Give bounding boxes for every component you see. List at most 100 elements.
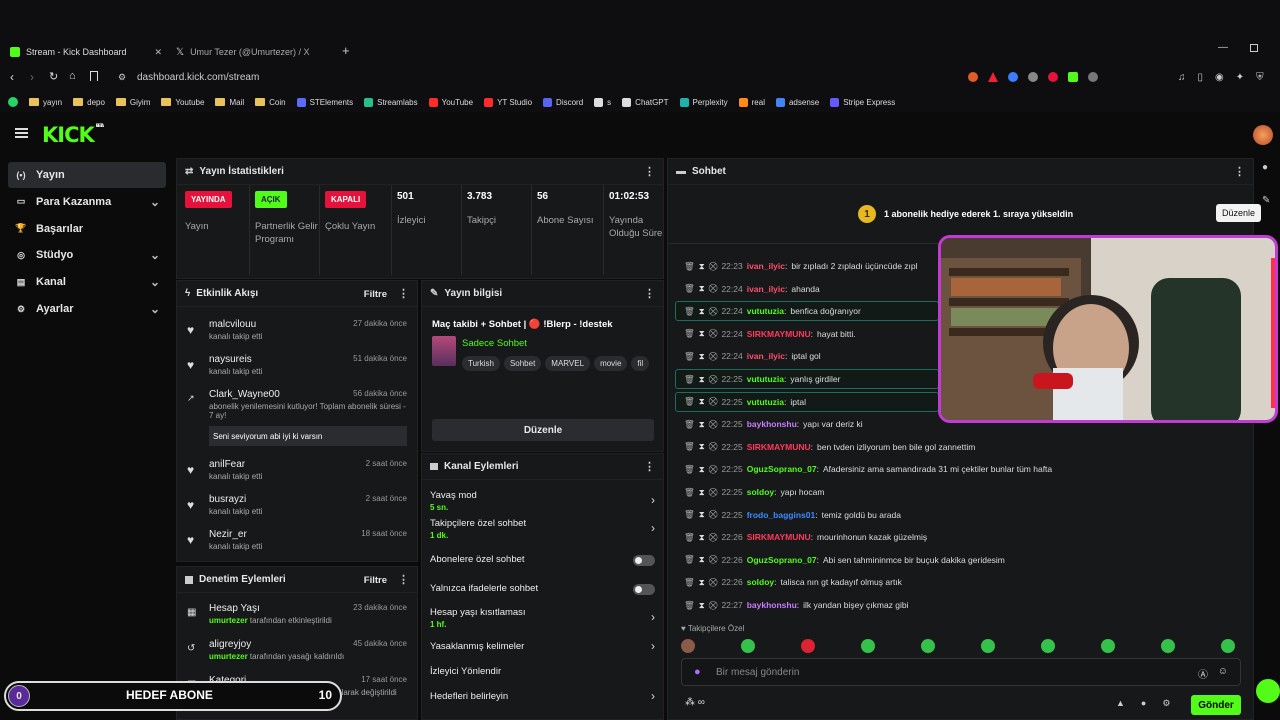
channel-action-row[interactable]: Takipçilere özel sohbet 1 dk. ›	[430, 518, 655, 542]
chevron-right-icon[interactable]: ›	[651, 689, 655, 703]
timeout-icon[interactable]: ⧗	[699, 306, 705, 317]
forward-icon[interactable]: ›	[30, 70, 34, 84]
rail-icon[interactable]: ✎	[1262, 195, 1270, 206]
bookmark-icon[interactable]	[90, 71, 98, 81]
message-user[interactable]: ivan_ilyic	[747, 284, 785, 294]
close-tab-icon[interactable]: ✕	[154, 47, 162, 58]
channel-action-row[interactable]: Abonelere özel sohbet	[430, 554, 655, 578]
chat-tools-icon[interactable]: ⁂ ∞	[685, 697, 705, 708]
message-user[interactable]: vututuzia	[747, 397, 784, 407]
sidebar-item[interactable]: ⚙ Ayarlar ⌄	[8, 296, 166, 322]
channel-action-row[interactable]: Yalnızca ifadelerle sohbet	[430, 583, 655, 607]
timeout-icon[interactable]: ⧗	[699, 283, 705, 294]
lock-icon[interactable]: ▲	[1116, 698, 1125, 709]
more-icon[interactable]: ⋮	[644, 460, 655, 473]
more-icon[interactable]: ⋮	[644, 165, 655, 178]
message-user[interactable]: SIRKMAYMUNU	[747, 329, 811, 339]
timeout-icon[interactable]: ⧗	[699, 509, 705, 520]
chat-input[interactable]: ● Bir mesaj gönderin Ⓐ ☺	[681, 658, 1241, 686]
tab-x-profile[interactable]: 𝕏 Umur Tezer (@Umurtezer) / X	[176, 40, 328, 64]
bookmark-item[interactable]: s	[594, 97, 611, 107]
trash-icon[interactable]: 🗑︎	[684, 464, 695, 475]
message-user[interactable]: OguzSoprano_07	[747, 555, 817, 565]
bookmark-item[interactable]: yayın	[29, 98, 62, 107]
kick-ext-icon[interactable]	[1068, 72, 1078, 82]
bookmark-item[interactable]: STElements	[296, 97, 353, 107]
trash-icon[interactable]: 🗑︎	[684, 351, 695, 362]
message-user[interactable]: frodo_baggins01	[747, 510, 815, 520]
emoji-icon[interactable]: ☺	[1218, 666, 1228, 677]
message-user[interactable]: soldoy	[747, 577, 774, 587]
sidebar-item[interactable]: 🏆 Başarılar	[8, 216, 166, 242]
chevron-down-icon[interactable]: ⌄	[150, 248, 160, 262]
sidebar-item[interactable]: ▭ Para Kazanma ⌄	[8, 189, 166, 215]
trash-icon[interactable]: 🗑︎	[684, 509, 695, 520]
whatsapp-icon[interactable]	[8, 97, 18, 107]
bookmark-item[interactable]: Perplexity	[679, 97, 728, 107]
sidebar-icon[interactable]: ▯	[1198, 72, 1204, 83]
chevron-right-icon[interactable]: ›	[651, 610, 655, 624]
chevron-down-icon[interactable]: ⌄	[150, 195, 160, 209]
settings-icon[interactable]: ⚙	[1162, 698, 1170, 709]
mic-icon[interactable]: ●	[694, 666, 701, 678]
chevron-right-icon[interactable]: ›	[651, 639, 655, 653]
bookmark-item[interactable]: Stripe Express	[830, 97, 895, 107]
timeout-icon[interactable]: ⧗	[699, 577, 705, 588]
timeout-icon[interactable]: ⧗	[699, 261, 705, 272]
toggle-switch[interactable]	[633, 555, 655, 566]
emote-icon[interactable]	[801, 639, 815, 653]
channel-action-row[interactable]: Yavaş mod 5 sn. ›	[430, 490, 655, 514]
trash-icon[interactable]: 🗑︎	[684, 577, 695, 588]
account-icon[interactable]: ◉	[1215, 72, 1224, 83]
edit-stream-button[interactable]: Düzenle	[432, 419, 654, 441]
emote-icon[interactable]	[1041, 639, 1055, 653]
ban-icon[interactable]: ⛒	[709, 487, 718, 498]
trash-icon[interactable]: 🗑︎	[684, 328, 695, 339]
emote-icon[interactable]	[1221, 639, 1235, 653]
timeout-icon[interactable]: ⧗	[699, 328, 705, 339]
bookmark-item[interactable]: real	[738, 97, 765, 107]
more-icon[interactable]: ⋮	[1234, 165, 1245, 178]
brave-icon[interactable]	[968, 72, 978, 82]
trash-icon[interactable]: 🗑︎	[684, 532, 695, 543]
emote-icon[interactable]	[741, 639, 755, 653]
ban-icon[interactable]: ⛒	[709, 554, 718, 565]
tag-chip[interactable]: Sohbet	[503, 356, 542, 371]
ban-icon[interactable]: ⛒	[709, 532, 718, 543]
bookmark-item[interactable]: adsense	[775, 97, 819, 107]
timeout-icon[interactable]: ⧗	[699, 554, 705, 565]
trash-icon[interactable]: 🗑︎	[684, 419, 695, 430]
toggle-switch[interactable]	[633, 584, 655, 595]
moderation-actor[interactable]: umurtezer	[209, 616, 248, 625]
trash-icon[interactable]: 🗑︎	[684, 441, 695, 452]
chevron-right-icon[interactable]: ›	[651, 521, 655, 535]
help-fab-icon[interactable]	[1256, 679, 1280, 703]
kick-logo[interactable]: KICK BETA	[42, 123, 104, 147]
emote-icon[interactable]	[1101, 639, 1115, 653]
timeout-icon[interactable]: ⧗	[699, 396, 705, 407]
chevron-down-icon[interactable]: ⌄	[150, 275, 160, 289]
menu-icon[interactable]	[15, 128, 28, 138]
ban-icon[interactable]: ⛒	[709, 261, 718, 272]
moderation-filter-button[interactable]: Filtre	[364, 575, 387, 586]
timeout-icon[interactable]: ⧗	[699, 532, 705, 543]
extension-icon[interactable]	[1008, 72, 1018, 82]
tab-kick-dashboard[interactable]: Stream - Kick Dashboard ✕	[10, 40, 162, 64]
ban-icon[interactable]: ⛒	[709, 374, 718, 385]
trash-icon[interactable]: 🗑︎	[684, 261, 695, 272]
new-tab-icon[interactable]: +	[342, 43, 350, 58]
chat-bubble-icon[interactable]: ●	[1141, 698, 1146, 709]
activity-filter-button[interactable]: Filtre	[364, 289, 387, 300]
tag-chip[interactable]: fil	[631, 356, 650, 371]
bookmark-item[interactable]: Mail	[215, 98, 244, 107]
message-user[interactable]: baykhonshu	[747, 419, 797, 429]
category-link[interactable]: Sadece Sohbet	[462, 338, 527, 349]
trash-icon[interactable]: 🗑︎	[684, 600, 695, 611]
ban-icon[interactable]: ⛒	[709, 600, 718, 611]
ban-icon[interactable]: ⛒	[709, 419, 718, 430]
ban-icon[interactable]: ⛒	[709, 283, 718, 294]
channel-action-row[interactable]: İzleyici Yönlendir	[430, 666, 655, 690]
tag-chip[interactable]: Turkish	[462, 356, 500, 371]
bookmark-item[interactable]: YT Studio	[484, 97, 532, 107]
bookmark-item[interactable]: ChatGPT	[622, 97, 669, 107]
